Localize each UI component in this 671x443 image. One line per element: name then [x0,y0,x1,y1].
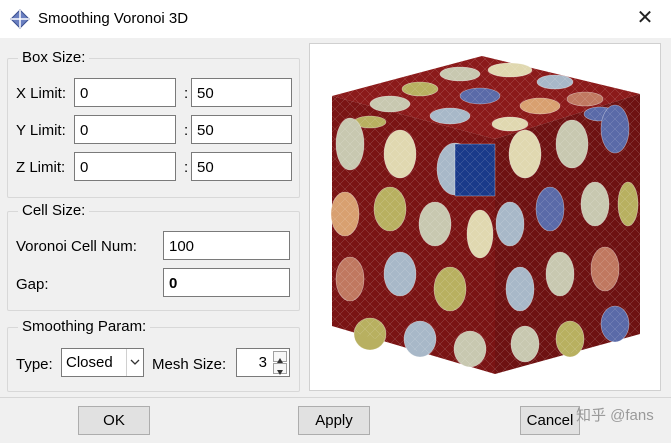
y-max-field[interactable]: 50 [191,115,292,144]
voronoi-preview-panel [309,43,661,391]
close-icon[interactable]: ✕ [633,6,657,30]
y-colon: : [184,122,189,139]
type-select[interactable]: Closed [61,348,144,377]
z-min-field[interactable]: 0 [74,152,176,181]
x-limit-label: X Limit: [16,85,67,102]
voronoi-cell-num-field[interactable]: 100 [163,231,290,260]
footer-separator [0,397,671,398]
cell-size-title: Cell Size: [18,202,90,219]
gap-label: Gap: [16,276,49,293]
gap-field[interactable]: 0 [163,268,290,297]
cancel-button[interactable]: Cancel [520,406,580,435]
watermark-text: 知乎 @fans [576,407,654,424]
chevron-down-icon[interactable] [126,349,143,376]
type-value: Closed [66,354,113,371]
x-colon: : [184,85,189,102]
mesh-size-value: 3 [258,354,267,371]
y-min-field[interactable]: 0 [74,115,176,144]
box-size-title: Box Size: [18,49,90,66]
z-colon: : [184,159,189,176]
x-min-field[interactable]: 0 [74,78,176,107]
voronoi-cube-image [330,56,640,374]
apply-button[interactable]: Apply [298,406,370,435]
mesh-size-spinbox[interactable]: 3 [236,348,290,377]
title-bar: Smoothing Voronoi 3D ✕ [0,0,671,38]
app-diamond-icon [10,9,30,29]
mesh-size-label: Mesh Size: [152,356,227,373]
y-limit-label: Y Limit: [16,122,66,139]
spin-down-icon[interactable] [273,363,287,375]
voronoi-cell-num-label: Voronoi Cell Num: [16,238,137,255]
spin-up-icon[interactable] [273,351,287,363]
ok-button[interactable]: OK [78,406,150,435]
type-label: Type: [16,356,53,373]
z-limit-label: Z Limit: [16,159,66,176]
x-max-field[interactable]: 50 [191,78,292,107]
window-title: Smoothing Voronoi 3D [38,10,189,27]
smoothing-title: Smoothing Param: [18,318,151,335]
z-max-field[interactable]: 50 [191,152,292,181]
